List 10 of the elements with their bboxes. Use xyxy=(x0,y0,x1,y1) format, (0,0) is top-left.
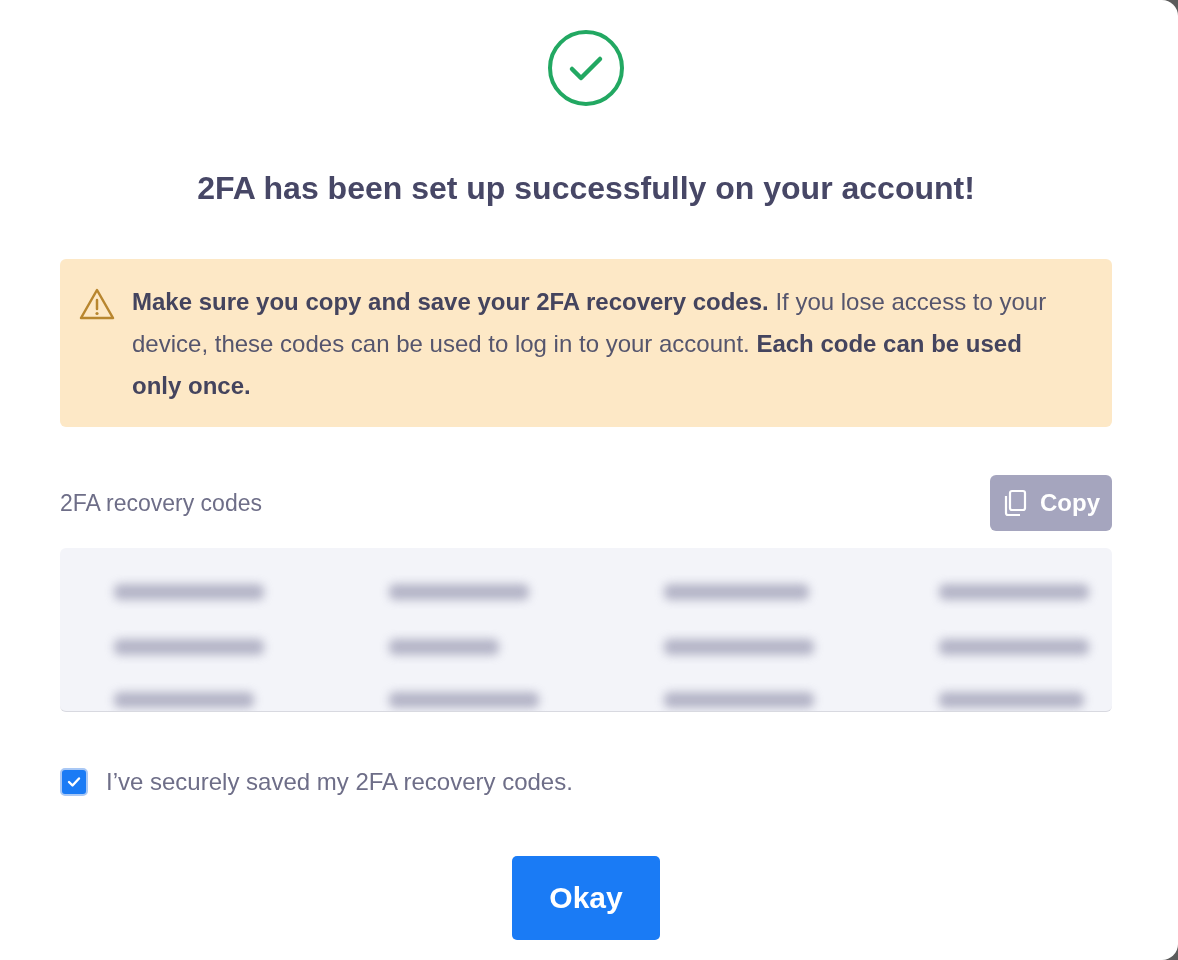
checkbox[interactable] xyxy=(60,768,88,796)
checkmark-icon xyxy=(67,776,81,788)
copy-icon xyxy=(1002,489,1028,517)
checkbox-label: I’ve securely saved my 2FA recovery codes. xyxy=(106,768,573,796)
dialog-title: 2FA has been set up successfully on your account! xyxy=(196,170,976,207)
warning-icon xyxy=(78,287,116,321)
warning-text: Make sure you copy and save your 2FA recovery codes. If you lose access to your device, these codes can be used to log in to your account. Each code can be used only once. xyxy=(132,287,1048,401)
codes-label: 2FA recovery codes xyxy=(60,489,262,517)
okay-button[interactable]: Okay xyxy=(512,856,660,940)
success-check-icon xyxy=(546,28,626,108)
